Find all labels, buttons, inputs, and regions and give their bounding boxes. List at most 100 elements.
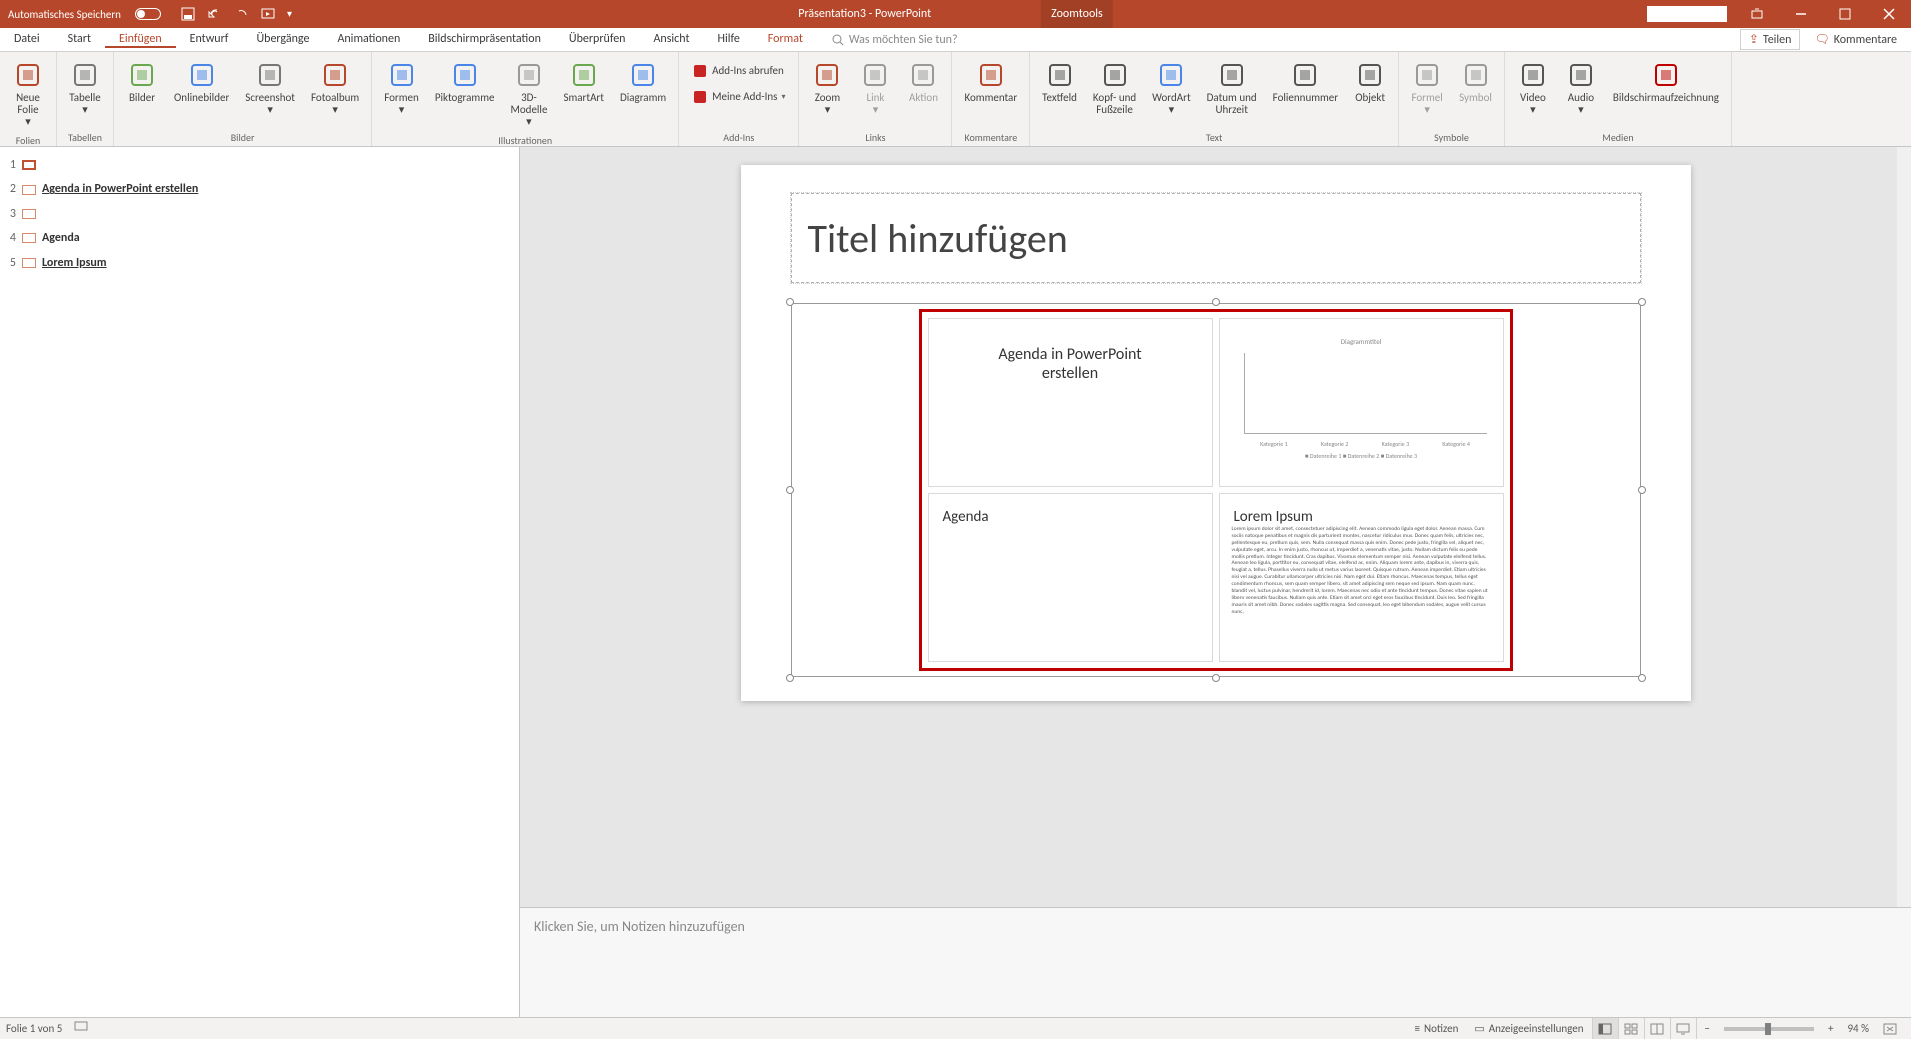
zoom-button[interactable]: Zoom ▾ (805, 56, 849, 120)
minimize-icon[interactable] (1779, 0, 1823, 28)
resize-handle-mr[interactable] (1638, 486, 1646, 494)
aktion-button: Aktion (901, 56, 945, 108)
wordart-icon (1156, 60, 1186, 90)
tab-format[interactable]: Format (754, 32, 817, 46)
resize-handle-br[interactable] (1638, 674, 1646, 682)
slide-thumb-icon (22, 209, 36, 219)
outline-pane[interactable]: 12Agenda in PowerPoint erstellen34Agenda… (0, 147, 520, 1017)
resize-handle-bl[interactable] (786, 674, 794, 682)
resize-handle-tr[interactable] (1638, 298, 1646, 306)
zoom-level[interactable]: 94 % (1841, 1022, 1875, 1035)
addins-abrufen-button[interactable]: Add-Ins abrufen (685, 60, 792, 82)
audio-button[interactable]: Audio ▾ (1559, 56, 1603, 120)
tab-überprüfen[interactable]: Überprüfen (555, 32, 640, 46)
slide-counter: Folie 1 von 5 (6, 1022, 62, 1035)
neue-folie-button[interactable]: Neue Folie ▾ (6, 56, 50, 132)
aufz-icon (1651, 60, 1681, 90)
outline-item-5[interactable]: 5Lorem Ipsum (4, 251, 515, 275)
foliennummer-button[interactable]: Foliennummer (1267, 56, 1344, 108)
start-from-beginning-icon[interactable] (261, 7, 275, 21)
tab-bildschirmpräsentation[interactable]: Bildschirmpräsentation (414, 32, 555, 46)
resize-handle-tl[interactable] (786, 298, 794, 306)
kommentar-button[interactable]: Kommentar (958, 56, 1023, 108)
symbol-button: Symbol (1453, 56, 1498, 108)
aufz-button[interactable]: Bildschirmaufzeichnung (1607, 56, 1725, 108)
undo-icon[interactable] (207, 7, 223, 21)
save-icon[interactable] (181, 7, 195, 21)
title-placeholder[interactable]: Titel hinzufügen (791, 193, 1641, 283)
tab-animationen[interactable]: Animationen (323, 32, 414, 46)
datum-button[interactable]: Datum und Uhrzeit (1201, 56, 1263, 120)
zoom-out-icon[interactable]: − (1697, 1018, 1718, 1039)
kopf-fuss-button[interactable]: Kopf- und Fußzeile (1087, 56, 1142, 120)
wordart-button[interactable]: WordArt ▾ (1146, 56, 1196, 120)
tab-übergänge[interactable]: Übergänge (242, 32, 323, 46)
screenshot-button[interactable]: Screenshot ▾ (239, 56, 301, 120)
slide-canvas[interactable]: Titel hinzufügen Agenda in PowerPoint er… (520, 147, 1911, 907)
notes-pane[interactable]: Klicken Sie, um Notizen hinzuzufügen (520, 907, 1911, 1017)
content-placeholder-selected[interactable]: Agenda in PowerPoint erstellen Diagrammt… (791, 303, 1641, 677)
fit-to-window-icon[interactable] (1875, 1018, 1905, 1039)
outline-item-2[interactable]: 2Agenda in PowerPoint erstellen (4, 177, 515, 201)
zoom-thumb-4[interactable]: Lorem Ipsum Lorem ipsum dolor sit amet, … (1219, 493, 1504, 662)
reading-view-icon[interactable] (1645, 1018, 1671, 1039)
redo-icon[interactable] (235, 7, 249, 21)
3d-modelle-button[interactable]: 3D- Modelle ▾ (504, 56, 553, 132)
zoom-thumb-2-chart[interactable]: Diagrammtitel Kategorie 1Kategorie 2Kate… (1219, 318, 1504, 487)
resize-handle-mt[interactable] (1212, 298, 1220, 306)
tab-ansicht[interactable]: Ansicht (639, 32, 703, 46)
zoom-in-icon[interactable]: + (1820, 1018, 1841, 1039)
meine-addins-button[interactable]: Meine Add-Ins ▾ (685, 86, 792, 108)
objekt-button[interactable]: Objekt (1348, 56, 1392, 108)
status-bar: Folie 1 von 5 ≡ Notizen ▭ Anzeigeeinstel… (0, 1017, 1911, 1039)
resize-handle-ml[interactable] (786, 486, 794, 494)
display-settings[interactable]: ▭ Anzeigeeinstellungen (1466, 1018, 1591, 1039)
context-tab-zoomtools[interactable]: Zoomtools (1041, 0, 1113, 28)
resize-handle-mb[interactable] (1212, 674, 1220, 682)
quick-access-toolbar: ▾ (181, 7, 292, 21)
tab-einfügen[interactable]: Einfügen (105, 32, 176, 48)
tab-start[interactable]: Start (54, 32, 105, 46)
maximize-icon[interactable] (1823, 0, 1867, 28)
video-button[interactable]: Video ▾ (1511, 56, 1555, 120)
slide[interactable]: Titel hinzufügen Agenda in PowerPoint er… (741, 165, 1691, 701)
share-button[interactable]: ⇪Teilen (1740, 29, 1801, 50)
bilder-button[interactable]: Bilder (120, 56, 164, 108)
tab-datei[interactable]: Datei (0, 32, 54, 46)
ribbon-display-options-icon[interactable] (1735, 0, 1779, 28)
autosave-toggle[interactable] (135, 8, 161, 20)
notes-toggle[interactable]: ≡ Notizen (1406, 1018, 1466, 1039)
tab-hilfe[interactable]: Hilfe (703, 32, 753, 46)
link-button: Link ▾ (853, 56, 897, 120)
slide-sorter-view-icon[interactable] (1619, 1018, 1645, 1039)
search-box-collapsed[interactable] (1647, 6, 1727, 22)
formen-button[interactable]: Formen ▾ (378, 56, 425, 120)
textfeld-button[interactable]: Textfeld (1036, 56, 1083, 108)
fotoalbum-button[interactable]: Fotoalbum ▾ (305, 56, 365, 120)
vertical-scrollbar[interactable] (1897, 147, 1911, 907)
zoom-thumb-1[interactable]: Agenda in PowerPoint erstellen (928, 318, 1213, 487)
tell-me-search[interactable]: Was möchten Sie tun? (831, 33, 958, 47)
smartart-button[interactable]: SmartArt (557, 56, 610, 108)
titlebar: Automatisches Speichern ▾ Präsentation3 … (0, 0, 1911, 28)
outline-item-1[interactable]: 1 (4, 153, 515, 177)
tabelle-button[interactable]: Tabelle ▾ (63, 56, 107, 120)
kommentar-icon (976, 60, 1006, 90)
zoom-summary-grid[interactable]: Agenda in PowerPoint erstellen Diagrammt… (919, 309, 1513, 671)
spellcheck-icon[interactable] (74, 1021, 88, 1036)
normal-view-icon[interactable] (1593, 1018, 1619, 1039)
tab-entwurf[interactable]: Entwurf (176, 32, 243, 46)
slideshow-view-icon[interactable] (1671, 1018, 1697, 1039)
zoom-slider[interactable] (1724, 1027, 1814, 1031)
diagramm-button[interactable]: Diagramm (614, 56, 672, 108)
qat-more-icon[interactable]: ▾ (287, 7, 292, 21)
onlinebilder-button[interactable]: Onlinebilder (168, 56, 235, 108)
outline-item-4[interactable]: 4Agenda (4, 226, 515, 250)
outline-item-3[interactable]: 3 (4, 202, 515, 226)
piktogramme-button[interactable]: Piktogramme (429, 56, 501, 108)
ribbon-group-label: Tabellen (68, 129, 102, 144)
comments-button[interactable]: 🗨Kommentare (1806, 30, 1905, 49)
close-icon[interactable] (1867, 0, 1911, 28)
zoom-thumb-3[interactable]: Agenda (928, 493, 1213, 662)
formen-icon (387, 60, 417, 90)
